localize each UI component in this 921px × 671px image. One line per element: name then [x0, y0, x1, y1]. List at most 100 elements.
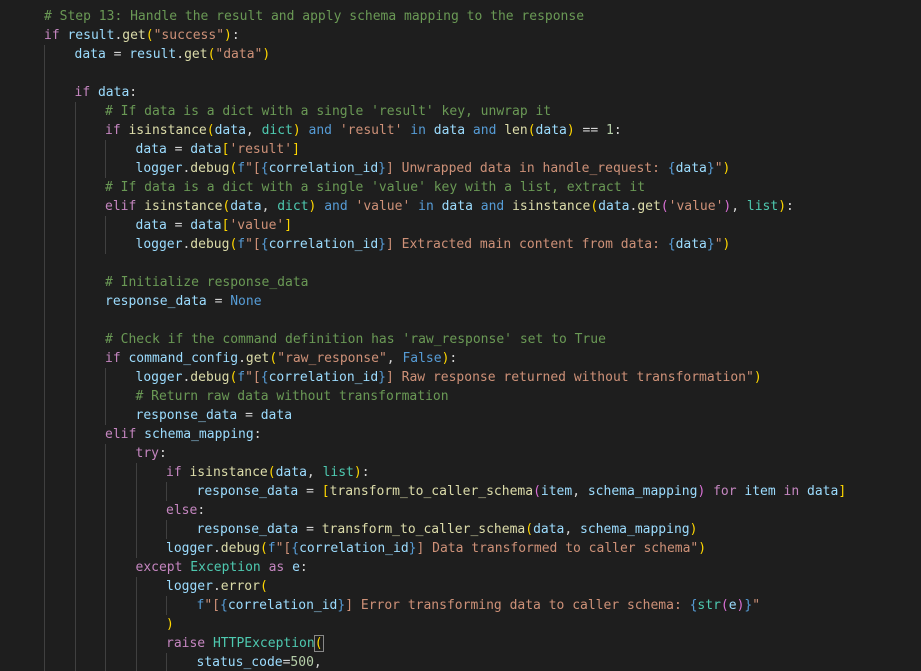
code-token: , — [313, 655, 322, 670]
code-token: data — [433, 123, 466, 138]
code-token: logger — [166, 541, 213, 556]
code-token: response_data — [196, 484, 299, 499]
code-token: isinstance — [189, 465, 268, 480]
code-token: logger — [135, 370, 183, 385]
code-token: ] Unwrapped data in handle_request: — [385, 161, 668, 176]
code-token: except — [135, 560, 183, 575]
code-token: . — [212, 579, 221, 594]
code-token: " — [714, 237, 723, 252]
code-line: f"[{correlation_id}] Error transforming … — [197, 596, 761, 615]
code-token: ) — [166, 617, 174, 632]
code-token: in — [418, 199, 434, 214]
code-token: , — [564, 522, 581, 537]
code-token: = — [206, 294, 231, 309]
code-token: schema_mapping — [144, 427, 254, 442]
code-token: in — [410, 123, 426, 138]
code-token: None — [230, 294, 262, 309]
code-editor[interactable]: # Step 13: Handle the result and apply s… — [0, 0, 921, 671]
code-line: response_data = [transform_to_caller_sch… — [197, 482, 847, 501]
code-token: : — [449, 351, 458, 366]
code-token: == — [574, 123, 606, 138]
code-token: . — [176, 47, 185, 62]
code-token: ) — [292, 123, 301, 138]
code-line: logger.debug(f"[{correlation_id}] Unwrap… — [136, 159, 731, 178]
code-token: item — [540, 484, 573, 499]
code-token: # Check if the command definition has 'r… — [105, 332, 606, 347]
indent-guide — [105, 444, 106, 671]
code-token: result — [129, 47, 177, 62]
code-token: "[ — [275, 541, 292, 556]
code-token: # Initialize response_data — [105, 275, 309, 290]
code-token: { — [219, 598, 228, 613]
code-token: False — [402, 351, 442, 366]
code-token: , — [245, 123, 262, 138]
code-token: and — [480, 199, 505, 214]
code-token: and — [472, 123, 497, 138]
code-token: ] Data transformed to caller schema" — [416, 541, 699, 556]
code-line: raise HTTPException( — [166, 634, 324, 653]
code-token: len — [504, 123, 528, 138]
code-token: ) — [778, 199, 787, 214]
code-token: ( — [720, 598, 729, 613]
code-token: ] — [292, 142, 300, 157]
code-line: if isinstance(data, list): — [166, 463, 370, 482]
indent-guide — [166, 653, 167, 671]
code-token: = — [105, 47, 130, 62]
code-token: ) — [566, 123, 575, 138]
code-line: elif isinstance(data, dict) and 'value' … — [105, 197, 794, 216]
code-token: "[ — [245, 161, 261, 176]
code-line: response_data = None — [105, 292, 262, 311]
code-token: = — [237, 408, 261, 423]
code-token: ) — [262, 47, 271, 62]
code-token: if — [44, 28, 60, 43]
code-line: if command_config.get("raw_response", Fa… — [105, 349, 457, 368]
code-token: get — [184, 47, 208, 62]
code-token: . — [212, 541, 221, 556]
indent-guide — [166, 520, 167, 539]
code-token: } — [706, 161, 715, 176]
code-token: [ — [321, 484, 330, 499]
code-line: # Check if the command definition has 'r… — [105, 330, 606, 349]
code-token: in — [783, 484, 800, 499]
code-token: ( — [206, 123, 215, 138]
code-token: 'value' — [668, 199, 724, 214]
code-token: correlation_id — [227, 598, 338, 613]
code-token: isinstance — [128, 123, 207, 138]
code-token: 'value' — [355, 199, 411, 214]
code-line: logger.debug(f"[{correlation_id}] Data t… — [166, 539, 706, 558]
code-token: data — [441, 199, 473, 214]
code-token: if — [166, 465, 182, 480]
code-token: # Step 13: Handle the result and apply s… — [44, 9, 585, 24]
code-line: if isinstance(data, dict) and 'result' i… — [105, 121, 622, 140]
code-line: # Initialize response_data — [105, 273, 309, 292]
code-token: ] Extracted main content from data: — [385, 237, 668, 252]
code-line: data = data['result'] — [136, 140, 300, 159]
indent-guide — [105, 140, 106, 178]
code-token: ( — [660, 199, 669, 214]
code-token: f — [267, 541, 276, 556]
code-token: , — [386, 351, 403, 366]
code-token: f — [237, 161, 246, 176]
code-token: ) — [753, 370, 762, 385]
code-token: isinstance — [512, 199, 591, 214]
code-token: schema_mapping — [580, 522, 690, 537]
code-token: data — [275, 465, 307, 480]
code-token: data — [675, 161, 707, 176]
code-token: schema_mapping — [587, 484, 698, 499]
code-token: if — [105, 351, 121, 366]
code-token: "data" — [215, 47, 263, 62]
code-token: command_config — [128, 351, 239, 366]
code-token: " — [752, 598, 761, 613]
code-token: data — [190, 218, 222, 233]
code-token: : — [231, 28, 240, 43]
code-token: and — [308, 123, 333, 138]
code-token: Exception — [190, 560, 261, 575]
code-token: " — [714, 161, 723, 176]
code-token: elif — [105, 427, 137, 442]
